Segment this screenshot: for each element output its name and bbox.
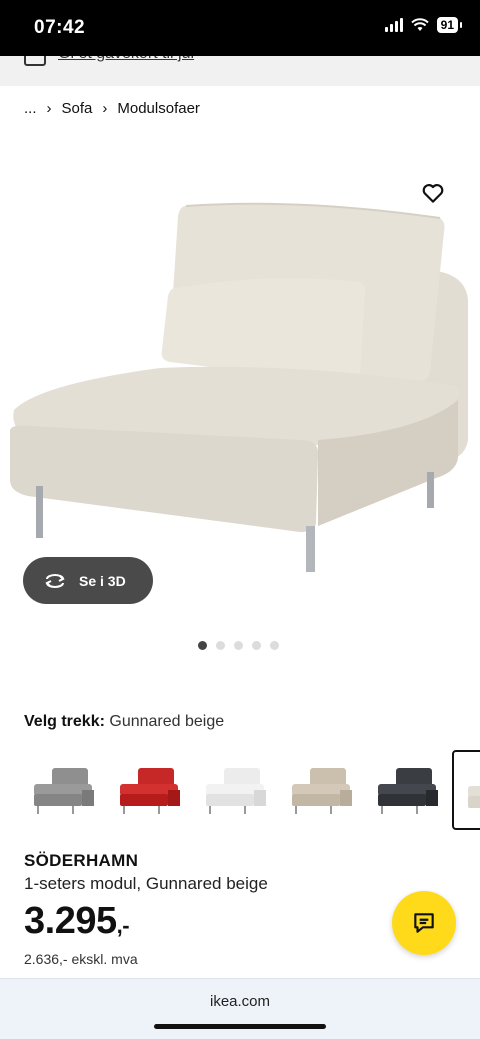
- variant-label: Velg trekk: Gunnared beige: [24, 713, 224, 731]
- view-3d-button[interactable]: Se i 3D: [23, 557, 153, 604]
- url-text: ikea.com: [209, 993, 271, 1010]
- cellular-signal-icon: [384, 18, 403, 32]
- swatch-beige[interactable]: [280, 750, 360, 830]
- browser-url-bar[interactable]: ikea.com: [0, 978, 480, 1039]
- gallery-pagination: [198, 641, 279, 650]
- swatch-image: [468, 786, 480, 808]
- swatch-image: [120, 768, 180, 814]
- price-excl-vat: 2.636,- ekskl. mva: [24, 951, 138, 967]
- price-suffix: ,-: [116, 913, 130, 938]
- swatch-gunnared-beige-selected[interactable]: [452, 750, 480, 830]
- heart-icon[interactable]: [420, 180, 446, 206]
- swatch-image: [378, 768, 438, 814]
- product-description: 1-seters modul, Gunnared beige: [24, 874, 268, 893]
- gallery-dot[interactable]: [270, 641, 279, 650]
- swatch-image: [206, 768, 266, 814]
- chat-button[interactable]: [392, 891, 456, 955]
- status-bar-top: 07:42 91: [0, 0, 480, 56]
- gallery-dot[interactable]: [198, 641, 207, 650]
- wifi-icon: [410, 18, 429, 31]
- swatch-image: [34, 768, 94, 814]
- breadcrumb: ... › Sofa › Modulsofaer: [24, 100, 200, 117]
- variant-label-heading: Velg trekk:: [24, 713, 105, 730]
- breadcrumb-ellipsis[interactable]: ...: [24, 100, 37, 117]
- chevron-right-icon: ›: [46, 100, 52, 117]
- gallery-dot[interactable]: [216, 641, 225, 650]
- swatch-dark-grey[interactable]: [366, 750, 446, 830]
- status-icons-top: 91: [384, 17, 463, 33]
- rotate-3d-icon: [45, 573, 65, 588]
- swatch-red[interactable]: [108, 750, 188, 830]
- swatch-grey[interactable]: [22, 750, 102, 830]
- gallery-dot[interactable]: [252, 641, 261, 650]
- view-3d-label: Se i 3D: [79, 572, 126, 589]
- home-indicator[interactable]: [154, 1024, 326, 1029]
- swatch-image: [292, 768, 352, 814]
- product-name: SÖDERHAMN: [24, 851, 139, 870]
- breadcrumb-item-modulsofaer[interactable]: Modulsofaer: [117, 100, 200, 117]
- product-price: 3.295,-: [24, 900, 130, 943]
- swatch-white[interactable]: [194, 750, 274, 830]
- status-time-top: 07:42: [34, 17, 86, 38]
- battery-icon: 91: [436, 17, 463, 33]
- sofa-module-image: [10, 202, 468, 572]
- chevron-right-icon: ›: [102, 100, 108, 117]
- gallery-dot[interactable]: [234, 641, 243, 650]
- variant-selected-value: Gunnared beige: [109, 713, 225, 730]
- chat-icon: [414, 913, 434, 933]
- variant-swatches: [22, 750, 480, 830]
- price-value: 3.295: [24, 900, 117, 942]
- breadcrumb-item-sofa[interactable]: Sofa: [62, 100, 93, 117]
- product-image[interactable]: [0, 140, 480, 620]
